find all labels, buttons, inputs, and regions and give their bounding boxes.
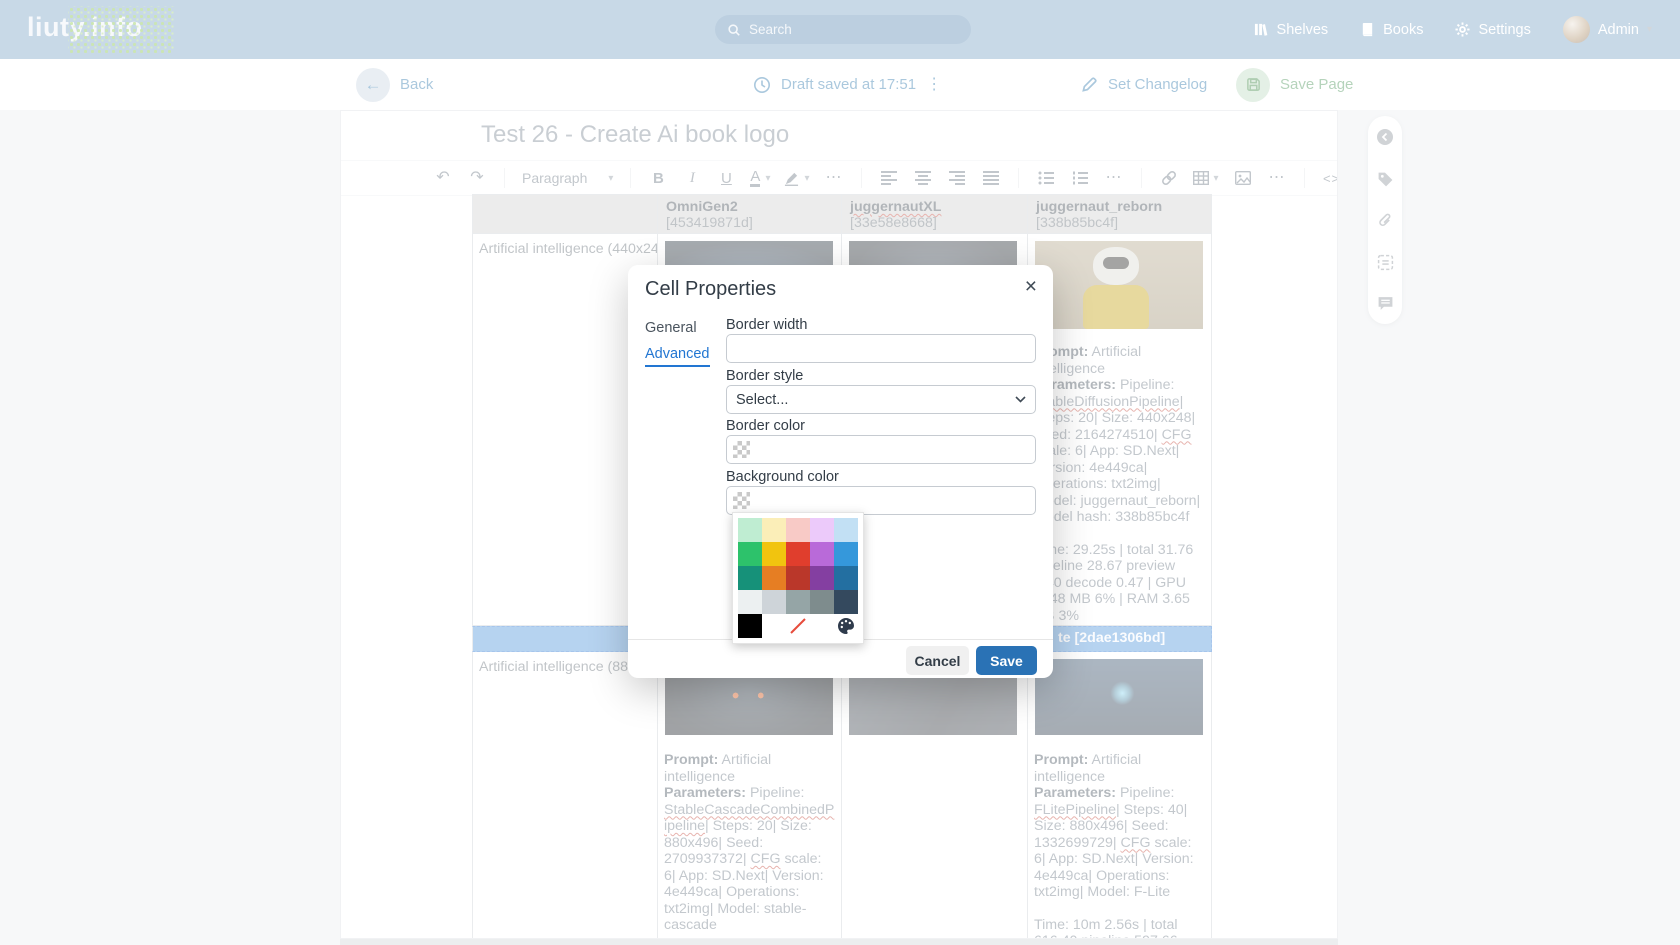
color-swatch[interactable] — [834, 566, 858, 590]
tab-advanced[interactable]: Advanced — [645, 346, 710, 367]
color-swatch-bottom-row — [738, 614, 858, 638]
transparent-color-swatch — [733, 441, 750, 458]
color-swatch[interactable] — [786, 590, 810, 614]
dialog-title: Cell Properties — [645, 278, 776, 301]
color-swatch[interactable] — [738, 542, 762, 566]
tab-general[interactable]: General — [645, 320, 697, 336]
color-swatch[interactable] — [810, 518, 834, 542]
save-button[interactable]: Save — [976, 646, 1037, 675]
border-style-value: Select... — [736, 392, 788, 408]
background-color-input[interactable] — [726, 486, 1036, 515]
color-swatch[interactable] — [834, 590, 858, 614]
border-width-label: Border width — [726, 317, 807, 333]
color-swatch[interactable] — [786, 518, 810, 542]
border-style-label: Border style — [726, 368, 803, 384]
color-swatch[interactable] — [738, 614, 762, 638]
color-swatch[interactable] — [810, 590, 834, 614]
color-swatch[interactable] — [810, 566, 834, 590]
border-color-label: Border color — [726, 418, 805, 434]
transparent-color-swatch — [733, 492, 750, 509]
color-swatch[interactable] — [738, 566, 762, 590]
close-icon[interactable]: × — [1025, 275, 1037, 299]
color-swatch-grid — [738, 518, 858, 614]
background-color-label: Background color — [726, 469, 839, 485]
color-swatch[interactable] — [834, 542, 858, 566]
color-swatch[interactable] — [834, 518, 858, 542]
color-swatch[interactable] — [762, 590, 786, 614]
border-width-input[interactable] — [726, 334, 1036, 363]
color-swatch[interactable] — [738, 590, 762, 614]
color-swatch[interactable] — [738, 518, 762, 542]
border-color-input[interactable] — [726, 435, 1036, 464]
color-swatch[interactable] — [810, 542, 834, 566]
color-palette-popup — [732, 512, 864, 644]
cell-properties-dialog: Cell Properties × General Advanced Borde… — [628, 265, 1053, 678]
empty-swatch-cell — [810, 614, 834, 638]
remove-color-button[interactable] — [786, 614, 810, 638]
chevron-down-icon — [1015, 396, 1026, 403]
border-style-select[interactable]: Select... — [726, 385, 1036, 414]
color-swatch[interactable] — [762, 542, 786, 566]
color-swatch[interactable] — [786, 542, 810, 566]
color-swatch[interactable] — [762, 518, 786, 542]
color-swatch[interactable] — [762, 614, 786, 638]
color-swatch[interactable] — [762, 566, 786, 590]
color-swatch[interactable] — [786, 566, 810, 590]
cancel-button[interactable]: Cancel — [906, 646, 969, 675]
custom-color-button[interactable] — [834, 614, 858, 638]
